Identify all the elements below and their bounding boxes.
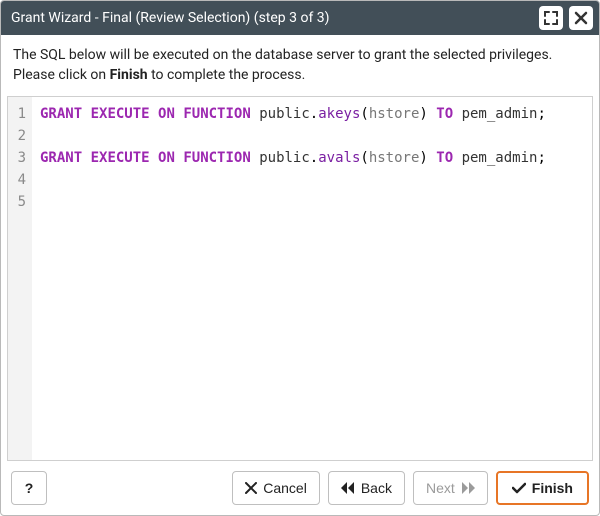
code-content: GRANT EXECUTE ON FUNCTION public.akeys(h… (32, 97, 592, 460)
line-number: 2 (12, 125, 26, 147)
line-number: 1 (12, 103, 26, 125)
sql-editor[interactable]: 12345 GRANT EXECUTE ON FUNCTION public.a… (7, 96, 593, 461)
close-button[interactable] (569, 6, 593, 30)
back-label: Back (361, 480, 392, 496)
instruction-text: The SQL below will be executed on the da… (1, 35, 599, 96)
cancel-label: Cancel (263, 480, 307, 496)
double-chevron-right-icon (461, 482, 475, 494)
instruction-bold: Finish (110, 67, 148, 83)
double-chevron-left-icon (341, 482, 355, 494)
help-icon: ? (25, 480, 34, 496)
finish-label: Finish (532, 480, 573, 496)
instruction-post: to complete the process. (148, 67, 306, 83)
titlebar: Grant Wizard - Final (Review Selection) … (1, 1, 599, 35)
maximize-button[interactable] (539, 6, 563, 30)
check-icon (512, 482, 526, 494)
x-icon (245, 482, 257, 494)
maximize-icon (544, 11, 558, 25)
line-number-gutter: 12345 (8, 97, 32, 460)
next-label: Next (426, 480, 455, 496)
dialog-footer: ? Cancel Back Next Finish (1, 461, 599, 515)
back-button[interactable]: Back (328, 471, 405, 505)
close-icon (574, 11, 588, 25)
code-line: GRANT EXECUTE ON FUNCTION public.akeys(h… (40, 103, 584, 125)
grant-wizard-dialog: Grant Wizard - Final (Review Selection) … (0, 0, 600, 516)
code-line: GRANT EXECUTE ON FUNCTION public.avals(h… (40, 147, 584, 169)
next-button: Next (413, 471, 488, 505)
dialog-title: Grant Wizard - Final (Review Selection) … (11, 10, 533, 26)
code-line (40, 125, 584, 147)
line-number: 3 (12, 147, 26, 169)
line-number: 5 (12, 191, 26, 213)
cancel-button[interactable]: Cancel (232, 471, 320, 505)
code-line (40, 169, 584, 191)
help-button[interactable]: ? (11, 471, 47, 505)
code-line (40, 191, 584, 213)
finish-button[interactable]: Finish (496, 471, 589, 505)
line-number: 4 (12, 169, 26, 191)
